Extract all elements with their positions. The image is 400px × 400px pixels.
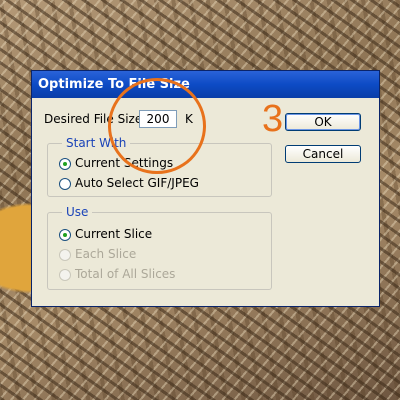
- dialog-title: Optimize To File Size: [32, 71, 379, 98]
- step-number-annotation: 3: [262, 98, 284, 140]
- each-slice-radio: [59, 249, 71, 261]
- current-settings-radio[interactable]: [59, 158, 71, 170]
- auto-select-label: Auto Select GIF/JPEG: [75, 176, 199, 190]
- use-title: Use: [62, 205, 93, 219]
- cancel-button[interactable]: Cancel: [285, 145, 361, 163]
- ok-button[interactable]: OK: [285, 113, 361, 131]
- auto-select-radio[interactable]: [59, 178, 71, 190]
- total-slices-radio: [59, 269, 71, 281]
- current-slice-radio[interactable]: [59, 229, 71, 241]
- total-slices-label: Total of All Slices: [75, 267, 176, 281]
- current-slice-label: Current Slice: [75, 227, 153, 241]
- optimize-dialog: Optimize To File Size Desired File Size:…: [31, 70, 380, 307]
- each-slice-label: Each Slice: [75, 247, 137, 261]
- annotation-circle: [108, 78, 206, 174]
